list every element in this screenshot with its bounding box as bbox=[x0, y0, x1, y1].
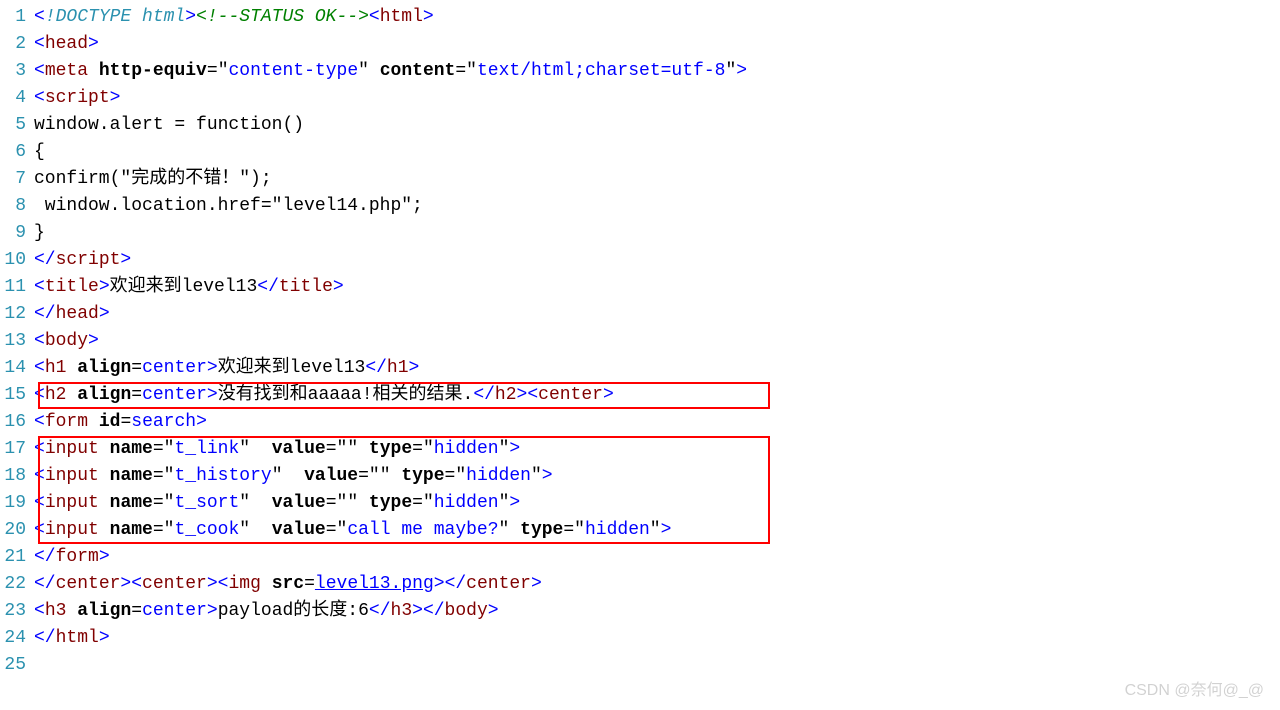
code-content[interactable]: <meta http-equiv="content-type" content=… bbox=[34, 58, 1280, 85]
code-line[interactable]: 8 window.location.href="level14.php"; bbox=[0, 193, 1280, 220]
code-line[interactable]: 4<script> bbox=[0, 85, 1280, 112]
line-number: 2 bbox=[0, 31, 34, 58]
code-line[interactable]: 3<meta http-equiv="content-type" content… bbox=[0, 58, 1280, 85]
line-number: 6 bbox=[0, 139, 34, 166]
line-number: 10 bbox=[0, 247, 34, 274]
code-content[interactable]: } bbox=[34, 220, 1280, 247]
code-line[interactable]: 5window.alert = function() bbox=[0, 112, 1280, 139]
line-number: 1 bbox=[0, 4, 34, 31]
code-line[interactable]: 23<h3 align=center>payload的长度:6</h3></bo… bbox=[0, 598, 1280, 625]
code-line[interactable]: 15<h2 align=center>没有找到和aaaaa!相关的结果.</h2… bbox=[0, 382, 1280, 409]
line-number: 19 bbox=[0, 490, 34, 517]
line-number: 18 bbox=[0, 463, 34, 490]
code-content[interactable]: <script> bbox=[34, 85, 1280, 112]
line-number: 24 bbox=[0, 625, 34, 652]
code-content[interactable]: </head> bbox=[34, 301, 1280, 328]
code-content[interactable]: window.alert = function() bbox=[34, 112, 1280, 139]
code-content[interactable]: </form> bbox=[34, 544, 1280, 571]
code-content[interactable]: <title>欢迎来到level13</title> bbox=[34, 274, 1280, 301]
line-number: 17 bbox=[0, 436, 34, 463]
code-content[interactable]: window.location.href="level14.php"; bbox=[34, 193, 1280, 220]
code-content[interactable]: <body> bbox=[34, 328, 1280, 355]
code-line[interactable]: 11<title>欢迎来到level13</title> bbox=[0, 274, 1280, 301]
code-line[interactable]: 24</html> bbox=[0, 625, 1280, 652]
code-line[interactable]: 13<body> bbox=[0, 328, 1280, 355]
source-code-editor[interactable]: 1<!DOCTYPE html><!--STATUS OK--><html>2<… bbox=[0, 0, 1280, 683]
line-number: 14 bbox=[0, 355, 34, 382]
line-number: 9 bbox=[0, 220, 34, 247]
line-number: 22 bbox=[0, 571, 34, 598]
code-content[interactable]: <form id=search> bbox=[34, 409, 1280, 436]
line-number: 23 bbox=[0, 598, 34, 625]
line-number: 8 bbox=[0, 193, 34, 220]
code-line[interactable]: 16<form id=search> bbox=[0, 409, 1280, 436]
code-content[interactable]: <head> bbox=[34, 31, 1280, 58]
code-line[interactable]: 22</center><center><img src=level13.png>… bbox=[0, 571, 1280, 598]
code-content[interactable]: </script> bbox=[34, 247, 1280, 274]
line-number: 25 bbox=[0, 652, 34, 679]
watermark-text: CSDN @奈何@_@ bbox=[1125, 676, 1264, 700]
code-content[interactable]: <h1 align=center>欢迎来到level13</h1> bbox=[34, 355, 1280, 382]
code-line[interactable]: 1<!DOCTYPE html><!--STATUS OK--><html> bbox=[0, 4, 1280, 31]
code-line[interactable]: 9} bbox=[0, 220, 1280, 247]
line-number: 16 bbox=[0, 409, 34, 436]
line-number: 11 bbox=[0, 274, 34, 301]
code-line[interactable]: 21</form> bbox=[0, 544, 1280, 571]
code-line[interactable]: 20<input name="t_cook" value="call me ma… bbox=[0, 517, 1280, 544]
code-content[interactable]: <h2 align=center>没有找到和aaaaa!相关的结果.</h2><… bbox=[34, 382, 1280, 409]
line-number: 4 bbox=[0, 85, 34, 112]
code-content[interactable]: confirm("完成的不错！"); bbox=[34, 166, 1280, 193]
line-number: 12 bbox=[0, 301, 34, 328]
code-line[interactable]: 18<input name="t_history" value="" type=… bbox=[0, 463, 1280, 490]
code-line[interactable]: 19<input name="t_sort" value="" type="hi… bbox=[0, 490, 1280, 517]
code-content[interactable]: <!DOCTYPE html><!--STATUS OK--><html> bbox=[34, 4, 1280, 31]
code-content[interactable]: <input name="t_history" value="" type="h… bbox=[34, 463, 1280, 490]
code-content[interactable]: <h3 align=center>payload的长度:6</h3></body… bbox=[34, 598, 1280, 625]
code-line[interactable]: 7confirm("完成的不错！"); bbox=[0, 166, 1280, 193]
line-number: 15 bbox=[0, 382, 34, 409]
code-line[interactable]: 10</script> bbox=[0, 247, 1280, 274]
code-line[interactable]: 12</head> bbox=[0, 301, 1280, 328]
line-number: 7 bbox=[0, 166, 34, 193]
code-line[interactable]: 17<input name="t_link" value="" type="hi… bbox=[0, 436, 1280, 463]
line-number: 20 bbox=[0, 517, 34, 544]
code-content[interactable]: <input name="t_link" value="" type="hidd… bbox=[34, 436, 1280, 463]
code-line[interactable]: 6{ bbox=[0, 139, 1280, 166]
code-content[interactable]: <input name="t_cook" value="call me mayb… bbox=[34, 517, 1280, 544]
line-number: 5 bbox=[0, 112, 34, 139]
line-number: 13 bbox=[0, 328, 34, 355]
code-line[interactable]: 2<head> bbox=[0, 31, 1280, 58]
code-line[interactable]: 14<h1 align=center>欢迎来到level13</h1> bbox=[0, 355, 1280, 382]
line-number: 21 bbox=[0, 544, 34, 571]
code-content[interactable]: </html> bbox=[34, 625, 1280, 652]
line-number: 3 bbox=[0, 58, 34, 85]
code-content[interactable]: <input name="t_sort" value="" type="hidd… bbox=[34, 490, 1280, 517]
code-content[interactable]: { bbox=[34, 139, 1280, 166]
code-content[interactable]: </center><center><img src=level13.png></… bbox=[34, 571, 1280, 598]
code-line[interactable]: 25 bbox=[0, 652, 1280, 679]
